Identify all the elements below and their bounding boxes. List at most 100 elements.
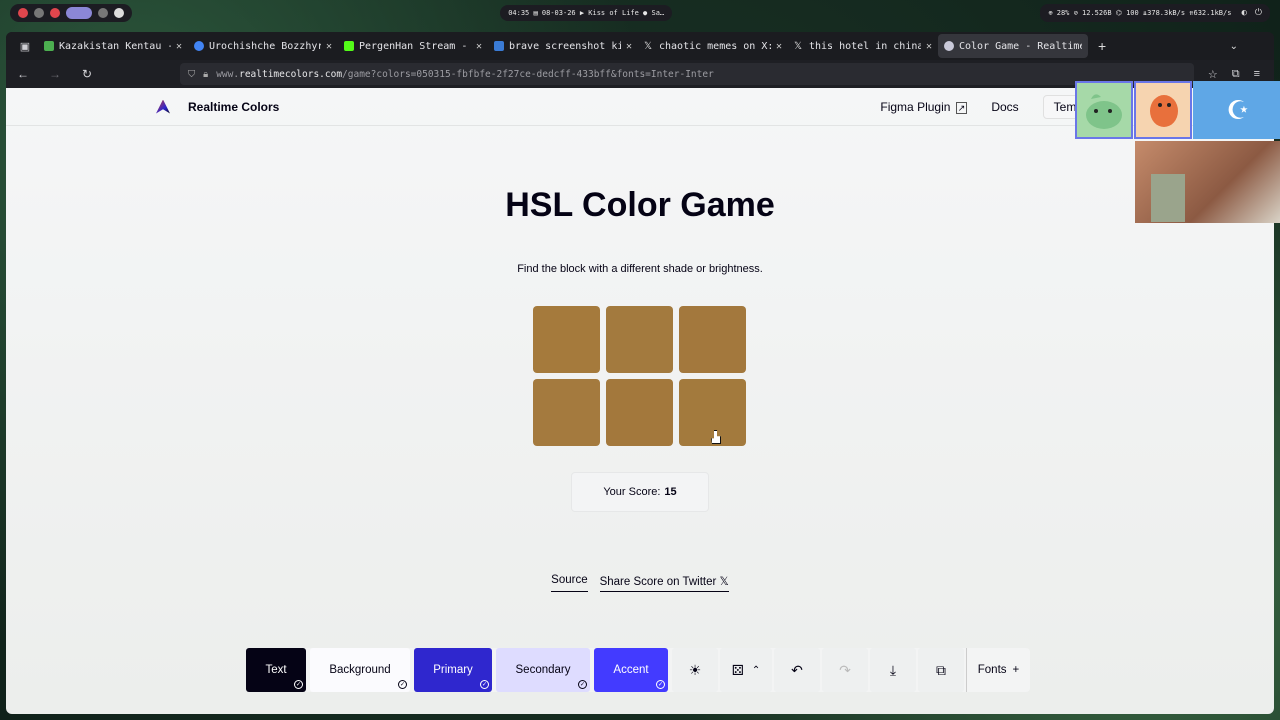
tab-favicon-icon [944, 41, 954, 51]
color-block[interactable] [533, 379, 600, 446]
site-name[interactable]: Realtime Colors [188, 100, 279, 114]
plus-icon: + [1012, 664, 1020, 676]
check-icon: ✓ [578, 680, 587, 689]
system-stats: ⊕ 28% ⊘ 12.526B ⌬ 100 ⇊378.3kB/s ⇈632.1k… [1040, 4, 1270, 22]
primary-color-button[interactable]: Primary ✓ [414, 648, 492, 692]
check-icon: ✓ [656, 680, 665, 689]
tab[interactable]: brave screenshot kick ✕ [488, 34, 638, 58]
copy-icon[interactable]: ⧉ [918, 648, 964, 692]
figma-plugin-label: Figma Plugin [880, 99, 951, 114]
background-color-button[interactable]: Background ✓ [310, 648, 410, 692]
workspace-dot[interactable] [18, 8, 28, 18]
bookmark-star-icon[interactable]: ☆ [1208, 68, 1218, 81]
tab-title: Kazakistan Kentau - G [59, 40, 171, 52]
color-toolbar: Text ✓ Background ✓ Primary ✓ Secondary … [246, 648, 1030, 692]
chevron-up-icon[interactable]: ⌃ [752, 665, 760, 676]
tab[interactable]: 𝕏 chaotic memes on X: " ✕ [638, 34, 788, 58]
figma-plugin-link[interactable]: Figma Plugin ↗ [880, 99, 968, 114]
export-download-icon[interactable]: ⤓ [870, 648, 916, 692]
secondary-color-label: Secondary [515, 664, 571, 676]
workspace-dot[interactable] [98, 8, 108, 18]
tab-list-chevron-icon[interactable]: ⌄ [1230, 41, 1268, 52]
redo-icon[interactable]: ↷ [822, 648, 868, 692]
tab[interactable]: Urochishche Bozzhyra ✕ [188, 34, 338, 58]
fonts-label: Fonts [977, 664, 1007, 676]
url-host: realtimecolors.com [239, 68, 343, 80]
mic-icon[interactable]: ◐ [1241, 8, 1246, 18]
tab-title: this hotel in china s [809, 40, 921, 52]
docs-link[interactable]: Docs [991, 100, 1018, 114]
tab-title: chaotic memes on X: " [659, 40, 771, 52]
sidebar-toggle-icon[interactable]: ▣ [12, 40, 38, 53]
accent-color-label: Accent [613, 664, 649, 676]
back-arrow-icon[interactable]: ← [14, 67, 32, 81]
score-label: Your Score: [603, 486, 661, 498]
text-color-button[interactable]: Text ✓ [246, 648, 306, 692]
footer-links: Source Share Score on Twitter 𝕏 [6, 574, 1274, 592]
workspace-active-pill[interactable] [66, 7, 92, 19]
workspace-dot[interactable] [34, 8, 44, 18]
tab[interactable]: 𝕏 this hotel in china s ✕ [788, 34, 938, 58]
randomize-dice-button[interactable]: ⚄ ⌃ [720, 648, 772, 692]
color-block-grid [533, 306, 747, 446]
close-icon[interactable]: ✕ [926, 41, 932, 52]
lock-icon[interactable]: 🔒︎ [203, 69, 208, 80]
url-path: /game?colors=050315-fbfbfe-2f27ce-dedcff… [342, 68, 714, 80]
color-block[interactable] [606, 379, 673, 446]
forward-arrow-icon[interactable]: → [46, 67, 64, 81]
page-title: HSL Color Game [505, 186, 775, 224]
tab-title: Color Game - Realtime [959, 40, 1082, 52]
tab[interactable]: PergenHan Stream - Ki ✕ [338, 34, 488, 58]
primary-color-label: Primary [433, 664, 473, 676]
new-tab-button[interactable]: + [1088, 38, 1116, 54]
tab-favicon-icon [344, 41, 354, 51]
cat-photo-icon [1151, 174, 1185, 222]
system-bar: 04:35 ▤ 08-03-26 ▶ Kiss of Life ● Sa… ⊕ … [0, 0, 1280, 26]
tab-title: brave screenshot kick [509, 40, 621, 52]
fonts-button[interactable]: Fonts + [966, 648, 1030, 692]
x-logo-icon: 𝕏 [794, 41, 803, 52]
close-icon[interactable]: ✕ [476, 41, 482, 52]
source-link[interactable]: Source [551, 574, 588, 592]
webcam-overlay [1135, 141, 1280, 223]
score-value: 15 [664, 486, 677, 498]
tab-favicon-icon [194, 41, 204, 51]
workspace-dot[interactable] [114, 8, 124, 18]
close-icon[interactable]: ✕ [626, 41, 632, 52]
power-icon[interactable]: ⏻ [1255, 8, 1262, 18]
theme-toggle-sun-icon[interactable]: ☀ [672, 648, 718, 692]
dice-icon: ⚄ [731, 661, 744, 678]
extensions-icon[interactable]: ⧉ [1232, 68, 1240, 81]
check-icon: ✓ [294, 680, 303, 689]
secondary-color-button[interactable]: Secondary ✓ [496, 648, 590, 692]
external-link-icon: ↗ [955, 101, 968, 114]
stream-overlay-stickers: ☪ [1075, 81, 1280, 139]
shield-icon[interactable]: ⛉ [188, 69, 195, 80]
color-block[interactable] [679, 306, 746, 373]
tab-title: Urochishche Bozzhyra [209, 40, 321, 52]
clock-media-status: 04:35 ▤ 08-03-26 ▶ Kiss of Life ● Sa… [500, 5, 673, 21]
url-prefix: www. [216, 68, 240, 80]
reload-icon[interactable]: ↻ [78, 67, 96, 81]
close-icon[interactable]: ✕ [326, 41, 332, 52]
system-stats-text: ⊕ 28% ⊘ 12.526B ⌬ 100 ⇊378.3kB/s ⇈632.1k… [1048, 9, 1232, 17]
charmander-sticker-icon [1134, 81, 1192, 139]
color-block[interactable] [533, 306, 600, 373]
close-icon[interactable]: ✕ [176, 41, 182, 52]
realtime-colors-logo-icon[interactable] [156, 99, 170, 114]
share-twitter-link[interactable]: Share Score on Twitter 𝕏 [599, 574, 729, 592]
workspace-indicators[interactable] [10, 4, 132, 22]
accent-color-button[interactable]: Accent ✓ [594, 648, 668, 692]
close-icon[interactable]: ✕ [776, 41, 782, 52]
url-bar[interactable]: ⛉ 🔒︎ www.realtimecolors.com/game?colors=… [180, 63, 1194, 85]
color-block[interactable] [606, 306, 673, 373]
color-block[interactable] [679, 379, 746, 446]
workspace-dot[interactable] [50, 8, 60, 18]
menu-icon[interactable]: ≡ [1254, 68, 1260, 81]
tab-active[interactable]: Color Game - Realtime [938, 34, 1088, 58]
score-box: Your Score: 15 [571, 472, 709, 512]
undo-icon[interactable]: ↶ [774, 648, 820, 692]
text-color-label: Text [265, 664, 287, 676]
page-content: Realtime Colors Figma Plugin ↗ Docs Temp… [6, 88, 1274, 714]
tab[interactable]: Kazakistan Kentau - G ✕ [38, 34, 188, 58]
